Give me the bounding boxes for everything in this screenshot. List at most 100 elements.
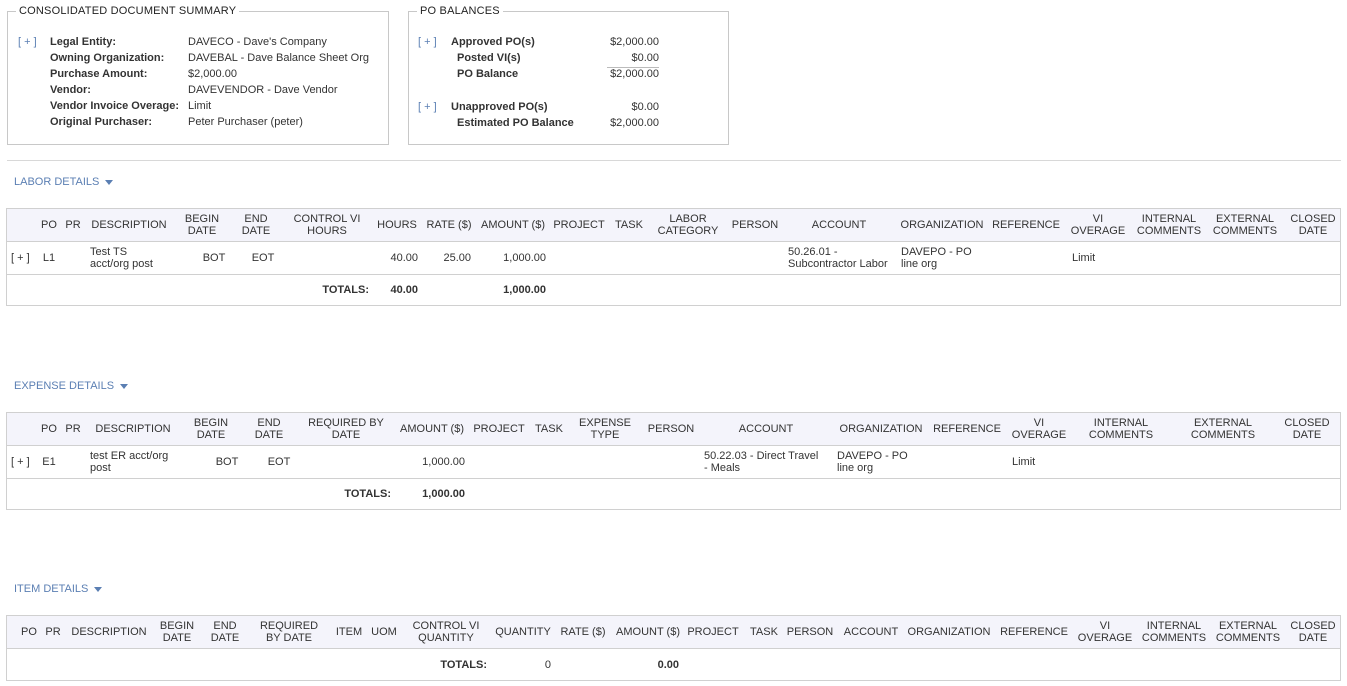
po-balances-panel: PO BALANCES [ + ] Approved PO(s) $2,000.… — [408, 5, 729, 145]
item-details-table: PO PR DESCRIPTION BEGIN DATE END DATE RE… — [6, 615, 1341, 681]
col-header: DESCRIPTION — [95, 423, 171, 435]
col-header: CLOSED DATE — [1284, 417, 1330, 441]
col-header: VI OVERAGE — [1070, 213, 1126, 237]
rate-cell: 25.00 — [443, 252, 471, 264]
consolidated-summary-title: CONSOLIDATED DOCUMENT SUMMARY — [16, 5, 240, 18]
col-header: INTERNAL COMMENTS — [1136, 213, 1202, 237]
col-header: BEGIN DATE — [159, 620, 195, 644]
table-row: [ + ] L1 Test TS acct/org post BOT EOT 4… — [7, 242, 1340, 275]
approved-po-value: $2,000.00 — [610, 36, 659, 48]
organization-cell: DAVEPO - PO line org — [837, 450, 908, 474]
col-header: EXTERNAL COMMENTS — [1190, 417, 1256, 441]
col-header: ORGANIZATION — [907, 626, 991, 638]
consolidated-summary-panel: CONSOLIDATED DOCUMENT SUMMARY [ + ] Lega… — [7, 5, 389, 145]
row-expand-toggle[interactable]: [ + ] — [11, 242, 35, 274]
description-cell: test ER acct/org post — [90, 450, 169, 474]
vi-overage-cell: Limit — [1012, 456, 1036, 468]
col-header: REQUIRED BY DATE — [259, 620, 319, 644]
po-balance-label: PO Balance — [457, 68, 519, 80]
vendor-label: Vendor: — [50, 84, 91, 96]
col-header: QUANTITY — [495, 626, 551, 638]
expense-details-toggle[interactable]: EXPENSE DETAILS — [14, 380, 129, 393]
col-header: AMOUNT ($) — [481, 219, 545, 231]
col-header: REFERENCE — [1000, 626, 1068, 638]
caret-down-icon — [105, 179, 114, 185]
item-details-label: ITEM DETAILS — [14, 583, 89, 595]
col-header: PROJECT — [553, 219, 605, 231]
amount-cell: 1,000.00 — [503, 252, 546, 264]
begin-date-cell: BOT — [202, 252, 226, 264]
amount-cell: 1,000.00 — [422, 456, 465, 468]
po-cell: E1 — [42, 456, 56, 468]
estimated-po-balance-label: Estimated PO Balance — [457, 117, 574, 129]
posted-vi-value: $0.00 — [631, 52, 659, 64]
col-header: ITEM — [335, 626, 363, 638]
totals-hours: 40.00 — [390, 284, 418, 296]
vendor-value: DAVEVENDOR - Dave Vendor — [188, 84, 338, 96]
col-header: BEGIN DATE — [193, 417, 229, 441]
col-header: ACCOUNT — [843, 626, 899, 638]
row-expand-toggle[interactable]: [ + ] — [11, 446, 35, 478]
item-table-header: PO PR DESCRIPTION BEGIN DATE END DATE RE… — [7, 616, 1340, 649]
vendor-invoice-overage-value: Limit — [188, 100, 212, 112]
approved-expand-toggle[interactable]: [ + ] — [418, 36, 437, 48]
caret-down-icon — [94, 586, 103, 592]
col-header: CLOSED DATE — [1290, 620, 1336, 644]
totals-row: TOTALS: 40.00 1,000.00 — [7, 274, 1340, 306]
col-header: PROJECT — [687, 626, 739, 638]
original-purchaser-label: Original Purchaser: — [50, 116, 153, 128]
col-header: PO — [41, 423, 57, 435]
totals-label: TOTALS: — [344, 488, 391, 500]
summary-expand-toggle[interactable]: [ + ] — [18, 36, 37, 48]
legal-entity-value: DAVECO - Dave's Company — [188, 36, 327, 48]
end-date-cell: EOT — [251, 252, 275, 264]
organization-cell: DAVEPO - PO line org — [901, 246, 972, 270]
expense-table-header: PO PR DESCRIPTION BEGIN DATE END DATE RE… — [7, 413, 1340, 446]
po-balances-title: PO BALANCES — [417, 5, 503, 18]
labor-details-toggle[interactable]: LABOR DETAILS — [14, 176, 114, 189]
estimated-po-balance-value: $2,000.00 — [610, 117, 659, 129]
col-header: END DATE — [210, 620, 240, 644]
col-header: ORGANIZATION — [839, 423, 923, 435]
original-purchaser-value: Peter Purchaser (peter) — [188, 116, 303, 128]
begin-date-cell: BOT — [215, 456, 239, 468]
col-header: END DATE — [241, 213, 271, 237]
labor-details-table: PO PR DESCRIPTION BEGIN DATE END DATE CO… — [6, 208, 1341, 306]
account-cell: 50.22.03 - Direct Travel - Meals — [704, 450, 819, 474]
col-header: INTERNAL COMMENTS — [1141, 620, 1207, 644]
col-header: REQUIRED BY DATE — [308, 417, 384, 441]
unapproved-po-label: Unapproved PO(s) — [451, 101, 548, 113]
totals-quantity: 0 — [544, 659, 551, 671]
col-header: PERSON — [647, 423, 695, 435]
col-header: RATE ($) — [560, 626, 606, 638]
col-header: REFERENCE — [992, 219, 1060, 231]
po-balance-value: $2,000.00 — [610, 68, 659, 80]
col-header: EXTERNAL COMMENTS — [1215, 620, 1281, 644]
unapproved-expand-toggle[interactable]: [ + ] — [418, 101, 437, 113]
po-cell: L1 — [42, 252, 56, 264]
labor-table-header: PO PR DESCRIPTION BEGIN DATE END DATE CO… — [7, 209, 1340, 242]
col-header: CONTROL VI QUANTITY — [412, 620, 480, 644]
col-header: RATE ($) — [426, 219, 472, 231]
col-header: PROJECT — [473, 423, 525, 435]
col-header: PR — [45, 626, 61, 638]
totals-row: TOTALS: 0 0.00 — [7, 649, 1340, 681]
approved-po-label: Approved PO(s) — [451, 36, 535, 48]
totals-amount: 1,000.00 — [422, 488, 465, 500]
section-divider — [7, 160, 1341, 161]
hours-cell: 40.00 — [390, 252, 418, 264]
col-header: END DATE — [254, 417, 284, 441]
posted-vi-label: Posted VI(s) — [457, 52, 521, 64]
vi-overage-cell: Limit — [1072, 252, 1096, 264]
col-header: PO — [21, 626, 37, 638]
totals-amount: 0.00 — [657, 659, 679, 671]
col-header: ACCOUNT — [738, 423, 794, 435]
item-details-toggle[interactable]: ITEM DETAILS — [14, 583, 103, 596]
col-header: EXTERNAL COMMENTS — [1212, 213, 1278, 237]
owning-org-value: DAVEBAL - Dave Balance Sheet Org — [188, 52, 369, 64]
labor-details-label: LABOR DETAILS — [14, 176, 100, 188]
col-header: ORGANIZATION — [900, 219, 984, 231]
col-header: ACCOUNT — [811, 219, 867, 231]
col-header: AMOUNT ($) — [400, 423, 464, 435]
col-header: TASK — [615, 219, 643, 231]
